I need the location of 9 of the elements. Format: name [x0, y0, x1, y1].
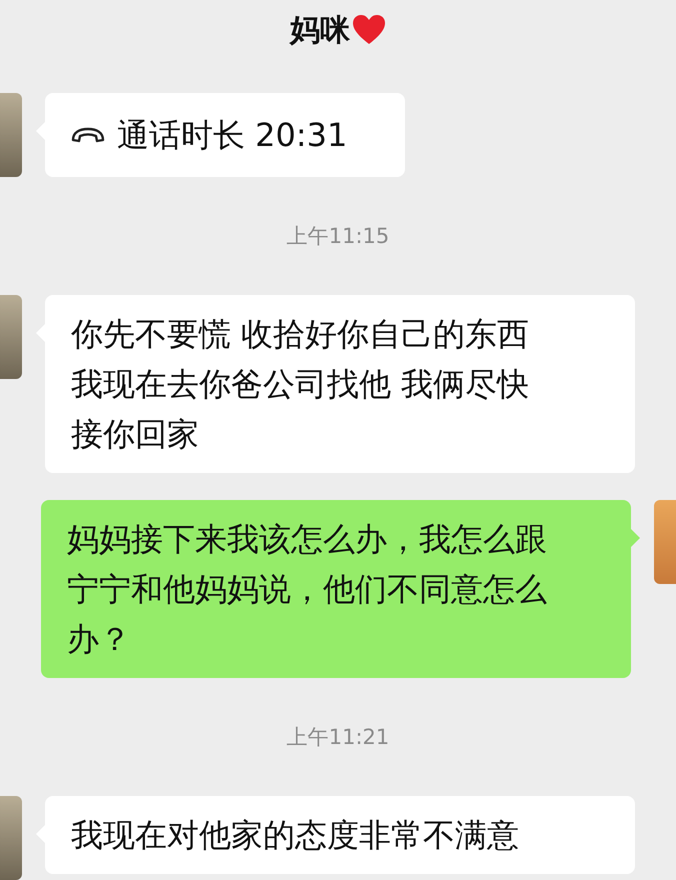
chat-title: 妈咪 [290, 12, 350, 50]
heart-icon [352, 15, 386, 45]
phone-icon [71, 127, 105, 143]
timestamp: 上午11:21 [286, 724, 390, 751]
message-text: 通话时长 20:31 [117, 115, 348, 156]
message-text: 妈妈接下来我该怎么办，我怎么跟 宁宁和他妈妈说，他们不同意怎么 办？ [67, 519, 547, 660]
message-text: 我现在对他家的态度非常不满意 [71, 815, 519, 856]
timestamp: 上午11:15 [286, 223, 390, 250]
message-text: 你先不要慌 收拾好你自己的东西 我现在去你爸公司找他 我俩尽快 接你回家 [71, 314, 530, 455]
